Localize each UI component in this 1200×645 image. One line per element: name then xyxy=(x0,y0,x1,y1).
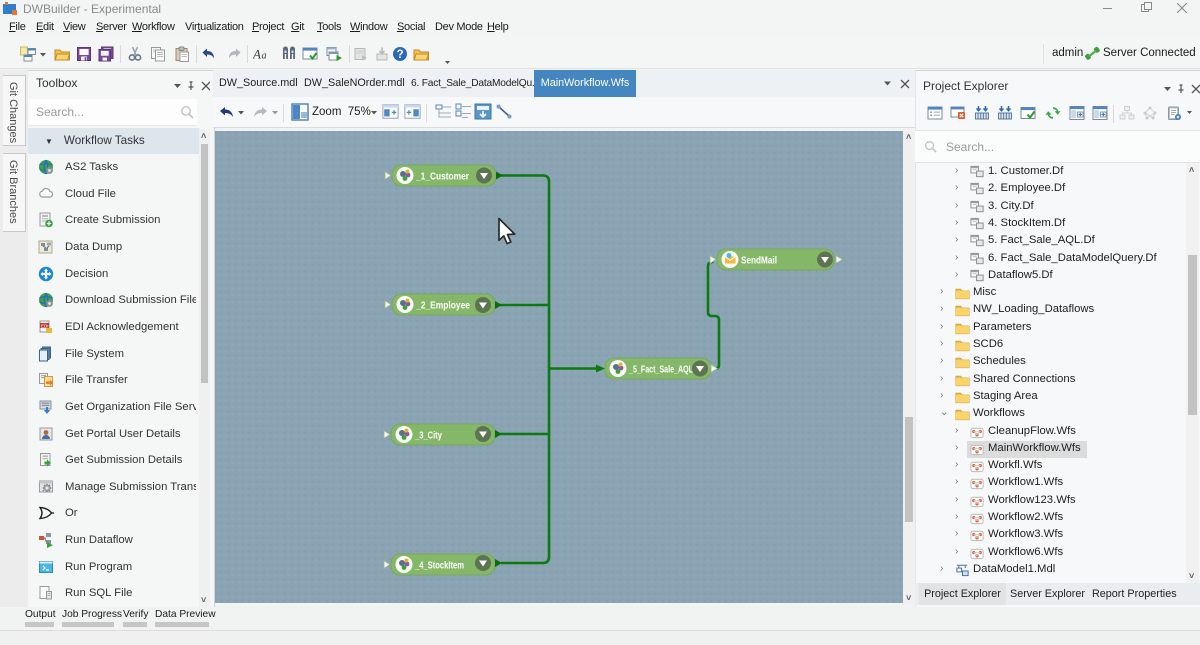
svg-text:_2_Employee: _2_Employee xyxy=(415,301,470,312)
svg-text:_4_StockItem: _4_StockItem xyxy=(414,561,464,572)
svg-text:A: A xyxy=(253,47,261,62)
svg-text:EDI: EDI xyxy=(41,323,49,328)
svg-text:_1_Customer: _1_Customer xyxy=(415,172,469,183)
svg-text:_3_City: _3_City xyxy=(414,431,442,442)
svg-text:_5_Fact_Sale_AQL: _5_Fact_Sale_AQL xyxy=(628,365,693,376)
svg-text:SendMail: SendMail xyxy=(741,256,777,267)
svg-text:a: a xyxy=(262,51,267,62)
svg-text:?: ? xyxy=(397,49,404,61)
